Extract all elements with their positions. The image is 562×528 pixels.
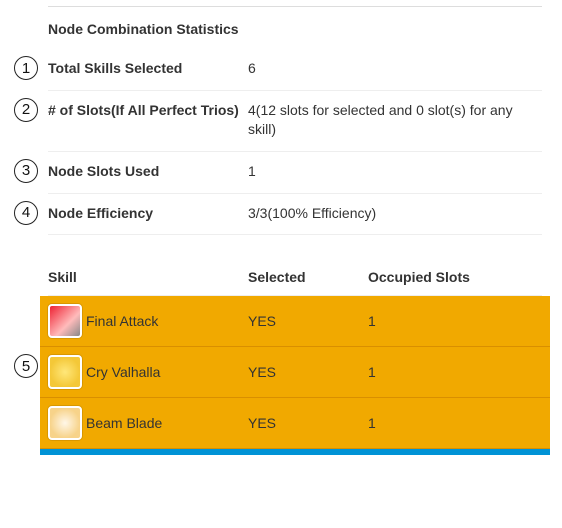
stat-label: Total Skills Selected — [48, 59, 248, 78]
stat-value: 1 — [248, 162, 542, 181]
stat-label: Node Slots Used — [48, 162, 248, 181]
section-title: Node Combination Statistics — [48, 21, 542, 37]
skill-icon — [48, 304, 82, 338]
skill-name: Final Attack — [86, 313, 158, 329]
skill-slots: 1 — [368, 364, 542, 380]
skill-selected: YES — [248, 415, 368, 431]
annotation-marker-3: 3 — [14, 159, 38, 183]
annotation-marker-2: 2 — [14, 98, 38, 122]
stat-row: 3 Node Slots Used 1 — [48, 158, 542, 194]
stat-value: 4(12 slots for selected and 0 slot(s) fo… — [248, 101, 542, 139]
skill-table-header: Skill Selected Occupied Slots — [48, 259, 542, 296]
skill-name: Cry Valhalla — [86, 364, 160, 380]
skill-icon — [48, 355, 82, 389]
annotation-marker-4: 4 — [14, 201, 38, 225]
col-header-occupied: Occupied Slots — [368, 269, 542, 285]
stat-row: 4 Node Efficiency 3/3(100% Efficiency) — [48, 200, 542, 236]
skill-slots: 1 — [368, 313, 542, 329]
annotation-marker-1: 1 — [14, 56, 38, 80]
skill-row[interactable]: Cry Valhalla YES 1 — [40, 347, 550, 398]
stat-value: 3/3(100% Efficiency) — [248, 204, 542, 223]
skill-icon — [48, 406, 82, 440]
skill-slots: 1 — [368, 415, 542, 431]
skill-name: Beam Blade — [86, 415, 162, 431]
skill-row[interactable]: Beam Blade YES 1 — [40, 398, 550, 449]
skill-row[interactable]: Final Attack YES 1 — [40, 296, 550, 347]
skill-selected: YES — [248, 364, 368, 380]
table-bottom-accent — [40, 449, 550, 455]
stat-label: # of Slots(If All Perfect Trios) — [48, 101, 248, 120]
col-header-skill: Skill — [48, 269, 248, 285]
annotation-marker-5: 5 — [14, 354, 38, 378]
col-header-selected: Selected — [248, 269, 368, 285]
stat-value: 6 — [248, 59, 542, 78]
stat-row: 1 Total Skills Selected 6 — [48, 55, 542, 91]
stat-label: Node Efficiency — [48, 204, 248, 223]
stat-row: 2 # of Slots(If All Perfect Trios) 4(12 … — [48, 97, 542, 152]
skill-selected: YES — [248, 313, 368, 329]
